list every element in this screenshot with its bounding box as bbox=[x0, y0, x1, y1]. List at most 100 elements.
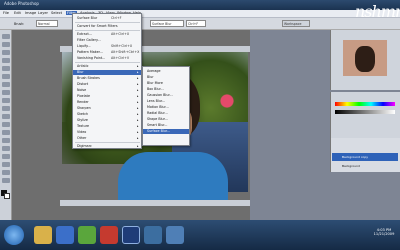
wand-tool-icon[interactable] bbox=[2, 58, 10, 63]
filter-menu-item[interactable]: Brush Strokes bbox=[77, 76, 141, 81]
submenu-arrow-icon: ▸ bbox=[137, 144, 139, 148]
navigator-thumbnail[interactable] bbox=[343, 40, 387, 76]
eyedropper-tool-icon[interactable] bbox=[2, 74, 10, 79]
blur-menu-item[interactable]: Radial Blur... bbox=[147, 111, 191, 116]
color-slider[interactable] bbox=[335, 102, 395, 106]
filter-menu: Surface Blur Ctrl+F Convert for Smart Fi… bbox=[72, 13, 142, 149]
shortcut-field[interactable]: Ctrl+F bbox=[186, 20, 206, 27]
menu-file[interactable]: File bbox=[3, 11, 9, 15]
menu-edit[interactable]: Edit bbox=[14, 11, 21, 15]
taskbar-app-icon[interactable] bbox=[144, 226, 162, 244]
color-panel bbox=[330, 92, 400, 132]
filter-menu-item[interactable]: Distort bbox=[77, 82, 141, 87]
navigator-panel bbox=[330, 30, 400, 90]
title-bar: Adobe Photoshop bbox=[0, 0, 400, 10]
signature-watermark: nshmn bbox=[355, 2, 400, 21]
filter-menu-item[interactable]: Filter Gallery... bbox=[77, 38, 141, 43]
brush-label: Brush: bbox=[14, 22, 25, 26]
navigator-subject bbox=[355, 46, 375, 72]
background-color-swatch[interactable] bbox=[4, 193, 10, 199]
filter-menu-item[interactable]: Noise bbox=[77, 88, 141, 93]
image-flowers bbox=[212, 92, 242, 110]
filter-menu-item[interactable]: Sharpen bbox=[77, 106, 141, 111]
taskbar-explorer-icon[interactable] bbox=[34, 226, 52, 244]
submenu-arrow-icon: ▸ bbox=[137, 136, 139, 140]
stamp-tool-icon[interactable] bbox=[2, 98, 10, 103]
mode-select[interactable]: Normal bbox=[36, 20, 58, 27]
blur-menu-item[interactable]: Gaussian Blur... bbox=[147, 93, 191, 98]
taskbar-media-icon[interactable] bbox=[100, 226, 118, 244]
gray-slider[interactable] bbox=[335, 110, 395, 114]
filter-menu-item[interactable]: Sketch bbox=[77, 112, 141, 117]
blur-menu-item[interactable]: Lens Blur... bbox=[147, 99, 191, 104]
filter-menu-item[interactable]: Video bbox=[77, 130, 141, 135]
eraser-tool-icon[interactable] bbox=[2, 114, 10, 119]
filter-menu-item[interactable]: Other bbox=[77, 136, 141, 141]
submenu-arrow-icon: ▸ bbox=[137, 112, 139, 116]
taskbar-app-icon[interactable] bbox=[166, 226, 184, 244]
blur-menu-item[interactable]: Blur More bbox=[147, 81, 191, 86]
menu-bar: File Edit Image Layer Select Filter Anal… bbox=[0, 10, 400, 18]
filter-menu-item[interactable]: Texture bbox=[77, 124, 141, 129]
blur-menu-item[interactable]: Shape Blur... bbox=[147, 117, 191, 122]
taskbar-ie-icon[interactable] bbox=[56, 226, 74, 244]
hand-tool-icon[interactable] bbox=[2, 170, 10, 175]
layer-background-copy[interactable]: Background copy bbox=[332, 153, 398, 161]
menu-separator bbox=[75, 22, 140, 23]
filter-menu-item[interactable]: Convert for Smart Filters bbox=[77, 24, 141, 29]
shape-tool-icon[interactable] bbox=[2, 162, 10, 167]
pen-tool-icon[interactable] bbox=[2, 138, 10, 143]
color-panel-header[interactable] bbox=[331, 92, 400, 98]
healing-tool-icon[interactable] bbox=[2, 82, 10, 87]
filter-menu-item[interactable]: Stylize bbox=[77, 118, 141, 123]
blur-menu-item[interactable]: Motion Blur... bbox=[147, 105, 191, 110]
dodge-tool-icon[interactable] bbox=[2, 130, 10, 135]
blur-menu-item[interactable]: Box Blur... bbox=[147, 87, 191, 92]
filter-menu-item[interactable]: Render bbox=[77, 100, 141, 105]
gradient-tool-icon[interactable] bbox=[2, 122, 10, 127]
submenu-arrow-icon: ▸ bbox=[137, 130, 139, 134]
taskbar-utorrent-icon[interactable] bbox=[78, 226, 96, 244]
filter-shortcut: Ctrl+F bbox=[111, 16, 122, 20]
marquee-tool-icon[interactable] bbox=[2, 42, 10, 47]
filter-menu-item-blur[interactable]: Blur bbox=[73, 70, 141, 75]
blur-submenu: Average Blur Blur More Box Blur... Gauss… bbox=[142, 66, 190, 146]
navigator-header[interactable] bbox=[331, 30, 400, 36]
filter-menu-item[interactable]: Pixelate bbox=[77, 94, 141, 99]
filter-shortcut: Alt+Ctrl+V bbox=[111, 56, 130, 60]
menu-layer[interactable]: Layer bbox=[38, 11, 48, 15]
submenu-arrow-icon: ▸ bbox=[137, 76, 139, 80]
options-bar: Brush: Normal Surface Blur Ctrl+F Worksp… bbox=[0, 18, 400, 30]
filter-menu-item[interactable]: Digimarc bbox=[77, 144, 141, 149]
brush-tool-icon[interactable] bbox=[2, 90, 10, 95]
filter-shortcut: Alt+Ctrl+X bbox=[111, 32, 130, 36]
layers-header[interactable] bbox=[331, 132, 400, 138]
blur-menu-item[interactable]: Average bbox=[147, 69, 191, 74]
workspace-button[interactable]: Workspace bbox=[282, 20, 310, 27]
history-brush-tool-icon[interactable] bbox=[2, 106, 10, 111]
filter-name-field[interactable]: Surface Blur bbox=[150, 20, 184, 27]
blur-menu-item[interactable]: Smart Blur... bbox=[147, 123, 191, 128]
submenu-arrow-icon: ▸ bbox=[137, 94, 139, 98]
move-tool-icon[interactable] bbox=[2, 34, 10, 39]
taskbar-photoshop-icon[interactable] bbox=[122, 226, 140, 244]
menu-image[interactable]: Image bbox=[25, 11, 36, 15]
type-tool-icon[interactable] bbox=[2, 146, 10, 151]
blur-menu-item[interactable]: Blur bbox=[147, 75, 191, 80]
filter-shortcut: Shift+Ctrl+X bbox=[111, 44, 133, 48]
menu-separator bbox=[75, 142, 140, 143]
blur-menu-item-surface-blur[interactable]: Surface Blur... bbox=[143, 129, 189, 134]
taskbar-clock[interactable]: 4:03 PM 11/21/2009 bbox=[370, 228, 398, 236]
document-status-bar bbox=[60, 200, 250, 206]
layer-background[interactable]: Background bbox=[332, 162, 398, 170]
filter-menu-item[interactable]: Artistic bbox=[77, 64, 141, 69]
zoom-tool-icon[interactable] bbox=[2, 178, 10, 183]
lasso-tool-icon[interactable] bbox=[2, 50, 10, 55]
submenu-arrow-icon: ▸ bbox=[137, 64, 139, 68]
menu-separator bbox=[75, 30, 140, 31]
menu-select[interactable]: Select bbox=[51, 11, 62, 15]
path-select-tool-icon[interactable] bbox=[2, 154, 10, 159]
window-title: Adobe Photoshop bbox=[4, 1, 39, 6]
crop-tool-icon[interactable] bbox=[2, 66, 10, 71]
start-button-icon[interactable] bbox=[4, 225, 24, 245]
